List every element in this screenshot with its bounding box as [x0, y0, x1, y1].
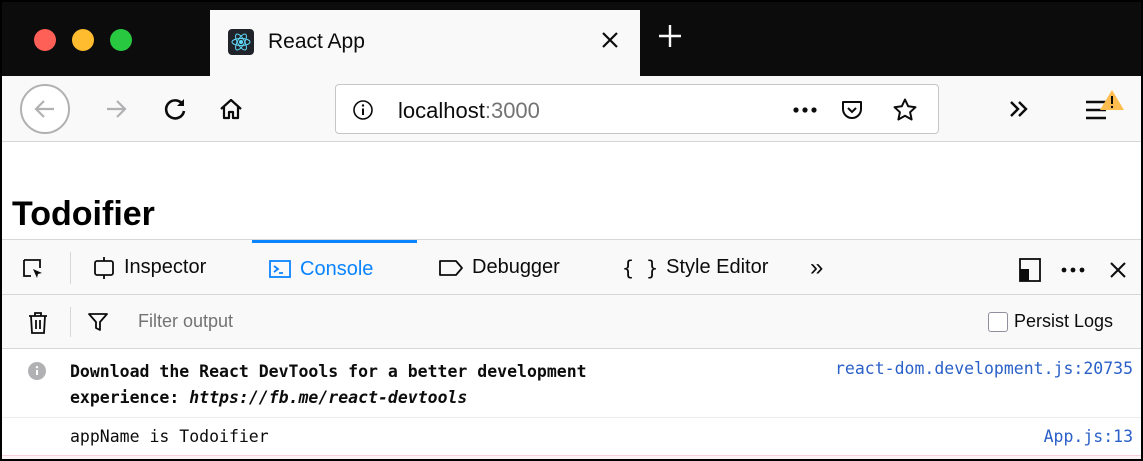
tab-console-label: Console	[300, 257, 374, 280]
site-info-icon[interactable]	[350, 97, 376, 123]
tab-react-app[interactable]: React App	[210, 10, 640, 76]
react-logo-icon	[228, 29, 254, 55]
element-picker-icon[interactable]	[18, 254, 48, 284]
inspector-icon	[94, 256, 114, 279]
console-toolbar: Persist Logs	[2, 295, 1141, 349]
reload-button[interactable]	[157, 90, 195, 128]
ellipsis-icon[interactable]	[1056, 254, 1090, 286]
dock-toggle-icon[interactable]	[1014, 254, 1046, 286]
message-source-link[interactable]: App.js:13	[1044, 427, 1133, 446]
toolbar-divider	[70, 252, 71, 284]
devtools-close-icon[interactable]	[1102, 254, 1134, 286]
hamburger-icon[interactable]	[1082, 86, 1132, 130]
tab-inspector-label: Inspector	[124, 256, 207, 278]
message-prefix: experience:	[70, 388, 190, 407]
navigation-toolbar: localhost:3000	[2, 76, 1141, 142]
message-source-link[interactable]: react-dom.development.js:20735	[835, 359, 1133, 378]
trash-icon[interactable]	[24, 309, 52, 337]
star-icon[interactable]	[888, 93, 922, 127]
message-line-2: experience: https://fb.me/react-devtools	[70, 385, 587, 411]
url-text[interactable]: localhost:3000	[398, 98, 540, 124]
console-message-error	[2, 455, 1141, 459]
persist-logs-checkbox[interactable]: Persist Logs	[988, 311, 1113, 332]
filter-output-input[interactable]	[128, 303, 828, 339]
tab-debugger-label: Debugger	[472, 256, 560, 278]
braces-icon: { }	[622, 255, 659, 280]
plus-icon	[659, 25, 681, 47]
home-button[interactable]	[212, 90, 250, 128]
message-text: appName is Todoifier	[70, 427, 269, 446]
message-text: Download the React DevTools for a better…	[70, 359, 587, 411]
message-line-1: Download the React DevTools for a better…	[70, 362, 587, 381]
back-button[interactable]	[20, 84, 70, 134]
toolbar-divider	[70, 307, 71, 337]
more-tabs-button[interactable]: »	[810, 240, 823, 295]
arrow-left-icon	[34, 100, 54, 118]
tab-inspector[interactable]: Inspector	[92, 240, 206, 295]
tab-bar: React App	[2, 2, 1141, 76]
ellipsis-icon[interactable]	[788, 93, 822, 127]
reload-icon	[164, 99, 186, 120]
console-message: Download the React DevTools for a better…	[2, 350, 1141, 418]
window-maximize-button[interactable]	[110, 29, 132, 51]
pocket-icon[interactable]	[836, 94, 868, 126]
url-port: :3000	[484, 98, 540, 123]
info-icon	[28, 362, 46, 380]
checkbox-box[interactable]	[988, 311, 1008, 332]
tab-console[interactable]: Console	[252, 240, 417, 295]
console-icon	[269, 260, 291, 278]
home-icon	[220, 98, 242, 120]
persist-logs-label: Persist Logs	[1014, 311, 1114, 331]
browser-window: React App localhost:3000 Todoifier Inspe…	[0, 0, 1143, 461]
url-bar[interactable]: localhost:3000	[335, 84, 939, 134]
debugger-icon	[439, 259, 463, 276]
forward-button[interactable]	[97, 90, 135, 128]
arrow-right-icon	[107, 100, 127, 118]
tab-style-editor-label: Style Editor	[666, 256, 769, 278]
tab-style-editor[interactable]: { } Style Editor	[622, 240, 768, 295]
console-message: appName is Todoifier App.js:13	[2, 419, 1141, 455]
devtools-tab-bar: Inspector Console Debugger { } Style Edi…	[2, 239, 1141, 295]
tab-title: React App	[268, 30, 365, 53]
window-minimize-button[interactable]	[72, 29, 94, 51]
tab-debugger[interactable]: Debugger	[438, 240, 560, 295]
double-chevron-icon[interactable]	[1000, 90, 1038, 128]
tab-close-icon[interactable]	[592, 22, 628, 58]
devtools-link[interactable]: https://fb.me/react-devtools	[189, 388, 467, 407]
page-title: Todoifier	[12, 195, 155, 233]
url-host: localhost	[398, 98, 485, 123]
new-tab-button[interactable]	[650, 16, 690, 56]
window-close-button[interactable]	[34, 29, 56, 51]
filter-icon	[84, 308, 112, 336]
